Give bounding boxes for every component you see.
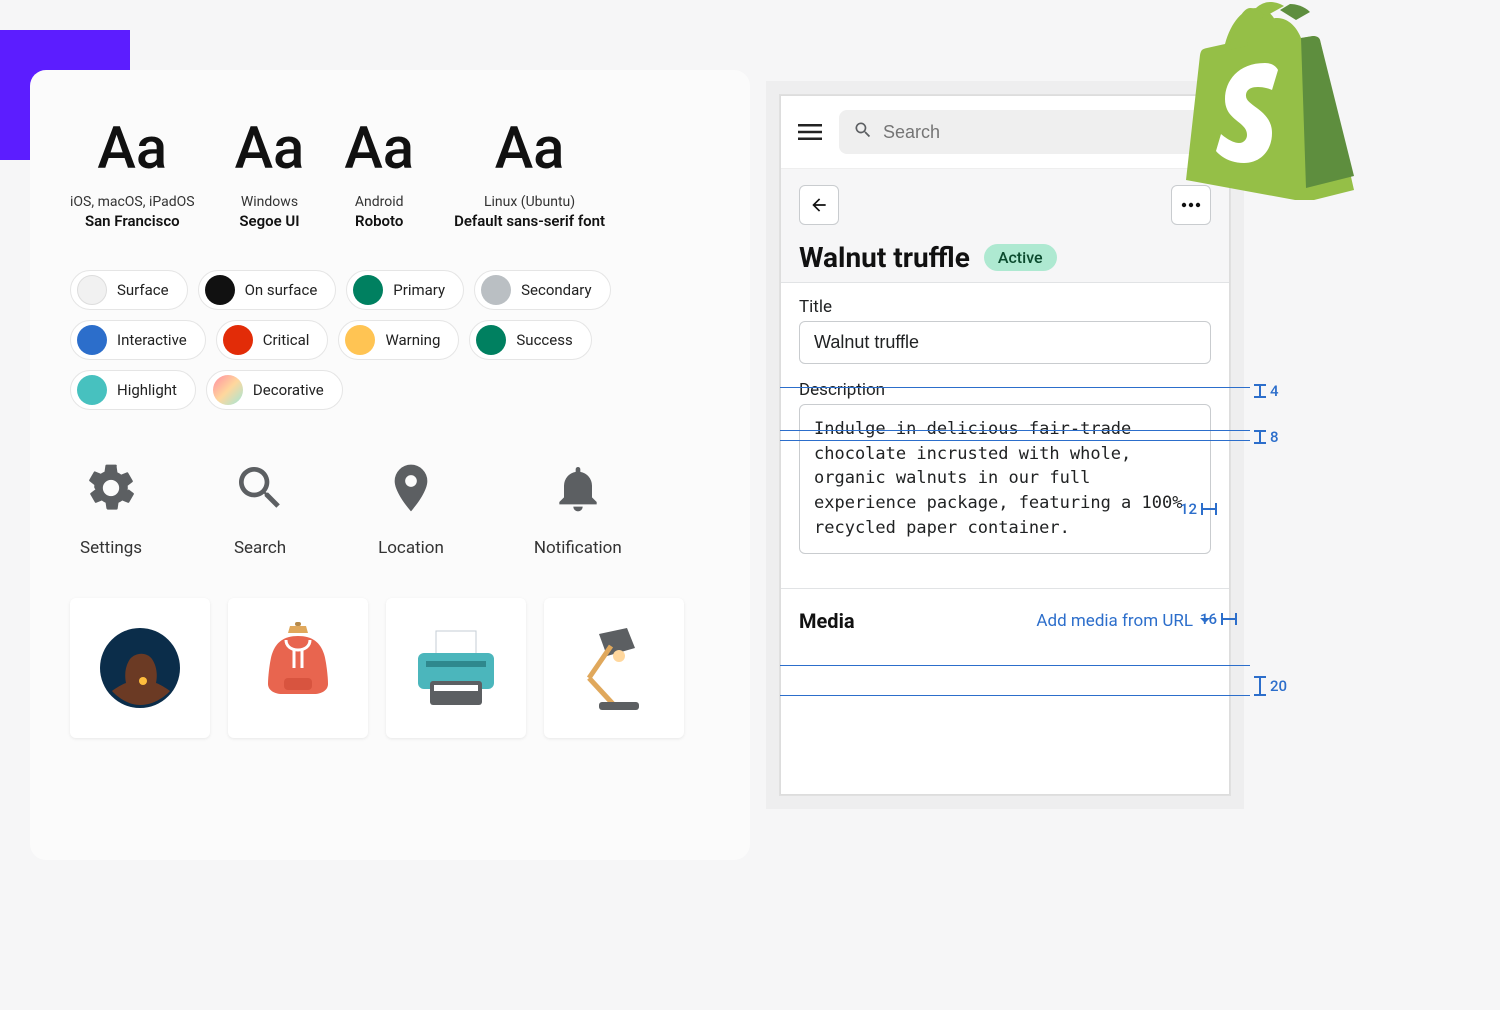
description-textarea[interactable]: [799, 404, 1211, 554]
color-label: Success: [516, 331, 572, 349]
status-badge: Active: [984, 244, 1057, 271]
type-os: Windows: [235, 194, 305, 210]
type-font: San Francisco: [70, 212, 195, 230]
spacing-guide-line: [780, 430, 1250, 431]
lamp-illustration: [544, 598, 684, 738]
media-link-text: Add media from URL: [1036, 611, 1193, 631]
typography-item: Aa Android Roboto: [344, 120, 414, 230]
color-label: Secondary: [521, 281, 591, 299]
typography-item: Aa Windows Segoe UI: [235, 120, 305, 230]
shopify-logo: [1180, 0, 1360, 200]
color-chip-critical[interactable]: Critical: [216, 320, 329, 360]
color-chip-interactive[interactable]: Interactive: [70, 320, 206, 360]
type-os: Android: [344, 194, 414, 210]
typography-item: Aa Linux (Ubuntu) Default sans-serif fon…: [454, 120, 605, 230]
color-chip-decorative[interactable]: Decorative: [206, 370, 343, 410]
mobile-header: Walnut truffle Active: [781, 168, 1229, 282]
icon-label: Search: [232, 538, 288, 558]
form-card: Title Description: [781, 282, 1229, 558]
title-input[interactable]: [799, 321, 1211, 364]
design-system-panel: Aa iOS, macOS, iPadOS San Francisco Aa W…: [30, 70, 750, 860]
search-icon: [853, 120, 873, 144]
color-label: Surface: [117, 281, 169, 299]
spacing-guide-line: [780, 387, 1250, 388]
search-icon: [232, 501, 288, 520]
illustration-row: [70, 598, 710, 738]
spacing-annotation: 12: [1180, 500, 1217, 518]
spacing-value: 12: [1180, 500, 1197, 518]
icon-item-search: Search: [232, 460, 288, 558]
color-label: Decorative: [253, 381, 324, 399]
type-sample: Aa: [454, 120, 605, 178]
spacing-guide-line: [780, 695, 1250, 696]
icon-label: Location: [378, 538, 444, 558]
icon-item-location: Location: [378, 460, 444, 558]
spacing-value: 4: [1270, 382, 1279, 400]
icon-item-notification: Notification: [534, 460, 622, 558]
back-button[interactable]: [799, 185, 839, 225]
search-box[interactable]: [839, 110, 1217, 154]
type-os: Linux (Ubuntu): [454, 194, 605, 210]
icon-row: Settings Search Location Notification: [70, 460, 710, 558]
color-chip-secondary[interactable]: Secondary: [474, 270, 610, 310]
add-media-link[interactable]: Add media from URL: [1036, 611, 1211, 631]
spacing-value: 8: [1270, 428, 1279, 446]
typography-item: Aa iOS, macOS, iPadOS San Francisco: [70, 120, 195, 230]
color-chip-highlight[interactable]: Highlight: [70, 370, 196, 410]
type-font: Roboto: [344, 212, 414, 230]
typography-row: Aa iOS, macOS, iPadOS San Francisco Aa W…: [70, 120, 710, 230]
pin-icon: [383, 501, 439, 520]
color-chip-on-surface[interactable]: On surface: [198, 270, 337, 310]
color-chip-primary[interactable]: Primary: [346, 270, 464, 310]
color-chip-success[interactable]: Success: [469, 320, 591, 360]
icon-label: Settings: [80, 538, 142, 558]
title-label: Title: [799, 297, 1211, 317]
spacing-value: 20: [1270, 677, 1287, 695]
type-font: Default sans-serif font: [454, 212, 605, 230]
type-font: Segoe UI: [235, 212, 305, 230]
color-chip-surface[interactable]: Surface: [70, 270, 188, 310]
color-label: Interactive: [117, 331, 187, 349]
spacing-guide-line: [780, 665, 1250, 666]
color-label: Critical: [263, 331, 310, 349]
type-sample: Aa: [344, 120, 414, 178]
color-label: Primary: [393, 281, 445, 299]
color-label: Highlight: [117, 381, 177, 399]
spacing-annotation: 4: [1254, 382, 1279, 400]
color-label: Warning: [385, 331, 440, 349]
spacing-guide-line: [780, 440, 1250, 441]
hoodie-illustration: [228, 598, 368, 738]
type-sample: Aa: [235, 120, 305, 178]
media-section: Media Add media from URL: [781, 588, 1229, 643]
type-os: iOS, macOS, iPadOS: [70, 194, 195, 210]
mobile-preview-panel: Walnut truffle Active Title Description …: [780, 95, 1230, 795]
type-sample: Aa: [70, 120, 195, 178]
page-title: Walnut truffle: [799, 241, 970, 274]
bell-icon: [550, 501, 606, 520]
spacing-annotation: 8: [1254, 428, 1279, 446]
gear-icon: [83, 501, 139, 520]
avatar-illustration: [70, 598, 210, 738]
spacing-annotation: 16: [1200, 610, 1237, 628]
media-label: Media: [799, 609, 855, 633]
color-label: On surface: [245, 281, 318, 299]
mobile-topbar: [781, 96, 1229, 168]
icon-item-settings: Settings: [80, 460, 142, 558]
spacing-annotation: 20: [1254, 676, 1287, 696]
spacing-value: 16: [1200, 610, 1217, 628]
icon-label: Notification: [534, 538, 622, 558]
menu-button[interactable]: [793, 115, 827, 149]
description-label: Description: [799, 380, 1211, 400]
printer-illustration: [386, 598, 526, 738]
color-tokens-row: Surface On surface Primary Secondary Int…: [70, 270, 710, 410]
color-chip-warning[interactable]: Warning: [338, 320, 459, 360]
search-input[interactable]: [883, 122, 1203, 143]
